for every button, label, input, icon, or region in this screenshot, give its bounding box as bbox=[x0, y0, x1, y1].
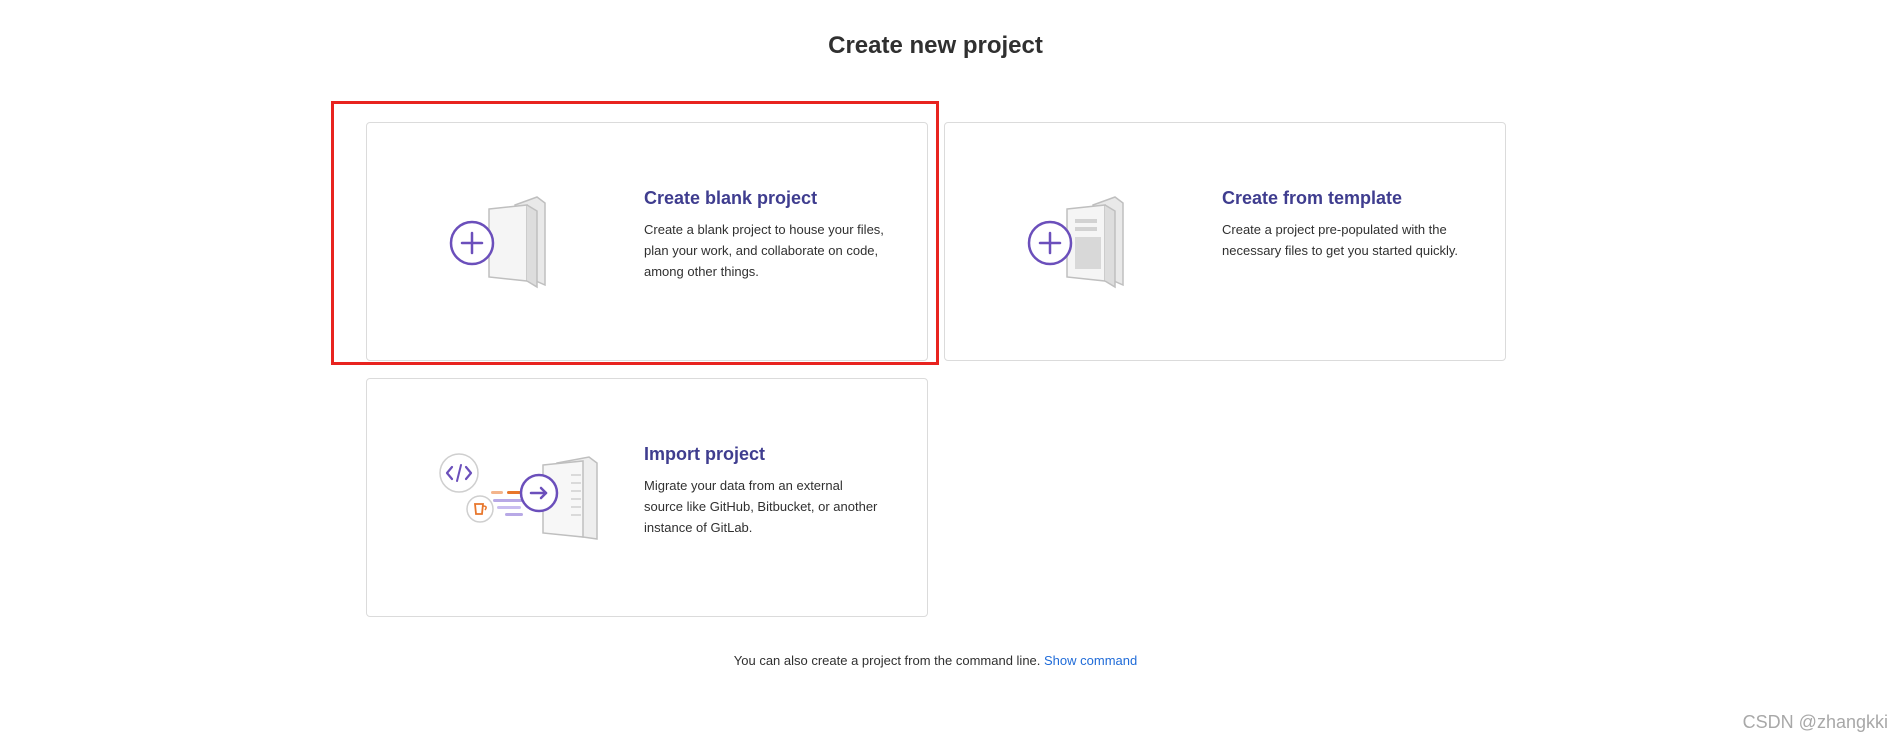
create-blank-project-title[interactable]: Create blank project bbox=[644, 187, 884, 209]
create-blank-project-description: Create a blank project to house your fil… bbox=[644, 222, 884, 279]
create-from-template-description: Create a project pre-populated with the … bbox=[1222, 222, 1459, 258]
import-project-title[interactable]: Import project bbox=[644, 443, 884, 465]
command-line-hint: You can also create a project from the c… bbox=[0, 653, 1871, 668]
scrollbar-track[interactable] bbox=[1887, 0, 1904, 743]
create-blank-project-card[interactable]: Create blank project Create a blank proj… bbox=[366, 122, 928, 361]
template-project-illustration bbox=[995, 185, 1195, 295]
plus-document-icon bbox=[449, 196, 546, 289]
page: Create new project Create blank project … bbox=[0, 0, 1904, 743]
template-document-icon bbox=[1027, 196, 1124, 289]
command-line-hint-text: You can also create a project from the c… bbox=[733, 653, 1045, 668]
page-title: Create new project bbox=[828, 32, 1043, 59]
show-command-link[interactable]: Show command bbox=[1044, 653, 1137, 668]
create-from-template-card[interactable]: Create from template Create a project pr… bbox=[944, 122, 1506, 361]
blank-project-illustration bbox=[417, 185, 617, 295]
watermark: CSDN @zhangkkit bbox=[1742, 712, 1893, 732]
create-from-template-title[interactable]: Create from template bbox=[1222, 187, 1462, 209]
import-project-description: Migrate your data from an external sourc… bbox=[644, 478, 878, 535]
import-project-card[interactable]: Import project Migrate your data from an… bbox=[366, 378, 928, 617]
import-arrow-icon bbox=[439, 453, 598, 540]
import-project-illustration bbox=[439, 453, 639, 563]
